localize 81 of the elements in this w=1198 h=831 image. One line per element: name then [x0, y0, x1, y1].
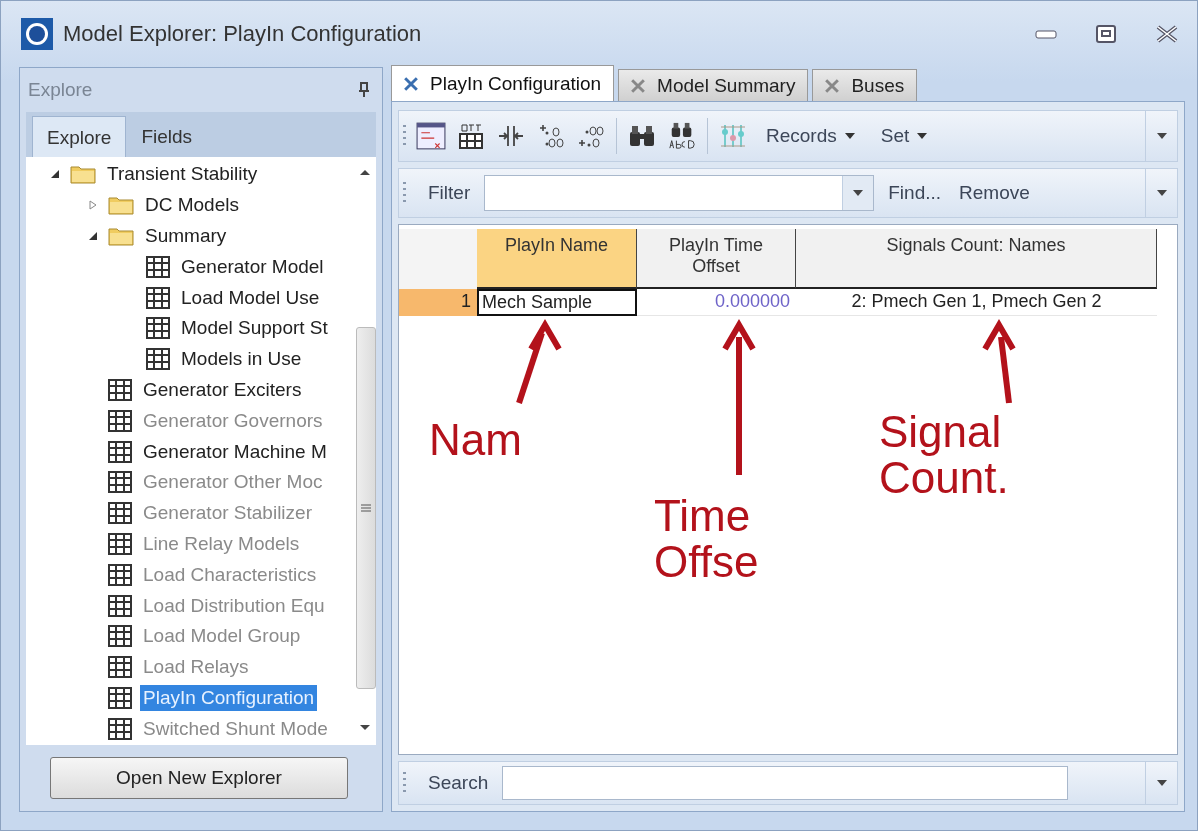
annotation-text: Signal — [879, 409, 1003, 455]
restore-icon[interactable] — [1095, 24, 1117, 44]
close-tab-icon[interactable] — [825, 78, 840, 93]
grid-icon — [108, 625, 132, 648]
options-grid-icon[interactable] — [456, 122, 486, 150]
close-tab-icon[interactable] — [631, 78, 646, 93]
column-header[interactable]: PlayIn Time Offset — [637, 229, 796, 289]
column-sliders-icon[interactable] — [718, 122, 748, 150]
binoculars-abcd-icon[interactable] — [667, 122, 697, 150]
table-cell[interactable]: Mech Sample — [477, 289, 637, 316]
annotation-text: Offse — [654, 539, 759, 585]
tree-item[interactable]: Generator Exciters — [140, 376, 305, 403]
grid-icon — [108, 378, 132, 401]
tree-item[interactable]: Transient Stability — [104, 161, 261, 188]
window-title: Model Explorer: PlayIn Configuration — [63, 21, 422, 47]
column-header[interactable]: Signals Count: Names — [796, 229, 1157, 289]
grid-icon — [108, 594, 132, 617]
tree-item[interactable]: Switched Shunt Mode — [140, 715, 331, 742]
minimize-icon[interactable] — [1035, 28, 1057, 40]
grid-icon — [108, 471, 132, 494]
tree-item[interactable]: Generator Model — [178, 253, 327, 280]
tree-item[interactable]: Models in Use — [178, 346, 305, 373]
dropdown-caret-icon — [844, 133, 855, 139]
panel-title: Explore — [28, 79, 93, 101]
scroll-grip-icon — [361, 503, 371, 513]
tree-item[interactable]: Summary — [142, 223, 230, 249]
grid-icon — [108, 563, 132, 586]
tree-item[interactable]: DC Models — [142, 192, 242, 219]
form-icon[interactable] — [416, 122, 446, 150]
grid-icon — [108, 440, 132, 463]
row-number[interactable]: 1 — [399, 289, 477, 316]
dropdown-caret-icon — [1156, 780, 1167, 786]
dropdown-caret-icon — [853, 190, 864, 196]
toolbar-menu[interactable]: Set — [872, 125, 936, 147]
filter-label: Filter — [428, 182, 471, 204]
column-header[interactable]: PlayIn Name — [477, 229, 637, 289]
close-icon[interactable] — [1155, 24, 1179, 44]
toolbar-menu[interactable]: Records — [758, 125, 863, 147]
annotation-text: Count. — [879, 455, 1009, 501]
expand-arrow-icon[interactable] — [88, 200, 98, 211]
pin-icon[interactable] — [358, 82, 370, 98]
document-tab[interactable]: PlayIn Configuration — [391, 65, 615, 101]
grid-icon — [108, 502, 132, 525]
grid-icon — [146, 317, 170, 340]
grid-icon — [108, 656, 132, 679]
remove-button[interactable]: Remove — [955, 182, 1034, 204]
open-new-explorer-button[interactable]: Open New Explorer — [50, 757, 348, 799]
annotation-text: Time — [654, 493, 752, 539]
grid-icon — [108, 717, 132, 740]
tree-item[interactable]: Generator Governors — [140, 407, 326, 434]
close-tab-icon[interactable] — [404, 76, 418, 91]
grid-icon — [108, 532, 132, 555]
dropdown-caret-icon — [917, 133, 928, 139]
search-field[interactable] — [502, 766, 1069, 800]
document-tab[interactable]: Model Summary — [618, 69, 809, 101]
tree-item[interactable]: Load Model Use — [178, 284, 323, 311]
panel-tab[interactable]: Explore — [32, 116, 127, 157]
collapse-arrow-icon[interactable] — [88, 231, 98, 241]
dropdown-caret-icon — [1156, 133, 1167, 139]
grid-icon — [108, 409, 132, 432]
folder-icon — [108, 195, 134, 216]
app-logo-icon — [21, 18, 53, 50]
dropdown-caret-icon — [1156, 190, 1167, 196]
grid-icon — [146, 255, 170, 278]
collapse-arrow-icon[interactable] — [50, 169, 60, 180]
tree-item[interactable]: Load Characteristics — [140, 561, 320, 588]
grid-icon — [108, 686, 132, 709]
document-tab[interactable]: Buses — [812, 69, 918, 101]
tree-item[interactable]: Model Support St — [178, 315, 331, 342]
grid-icon — [146, 348, 170, 371]
folder-icon — [108, 226, 134, 246]
search-label: Search — [428, 772, 489, 794]
find-button[interactable]: Find... — [884, 182, 946, 204]
table-cell[interactable]: 0.000000 — [637, 289, 796, 316]
tree-item[interactable]: Load Relays — [140, 654, 252, 681]
grid-icon — [146, 286, 170, 309]
table-cell[interactable]: 2: Pmech Gen 1, Pmech Gen 2 — [796, 289, 1157, 316]
panel-tab[interactable]: Fields — [126, 116, 208, 157]
folder-icon — [70, 164, 96, 185]
tree-item[interactable]: Generator Machine M — [140, 438, 330, 465]
annotation-text: Nam — [429, 417, 522, 463]
